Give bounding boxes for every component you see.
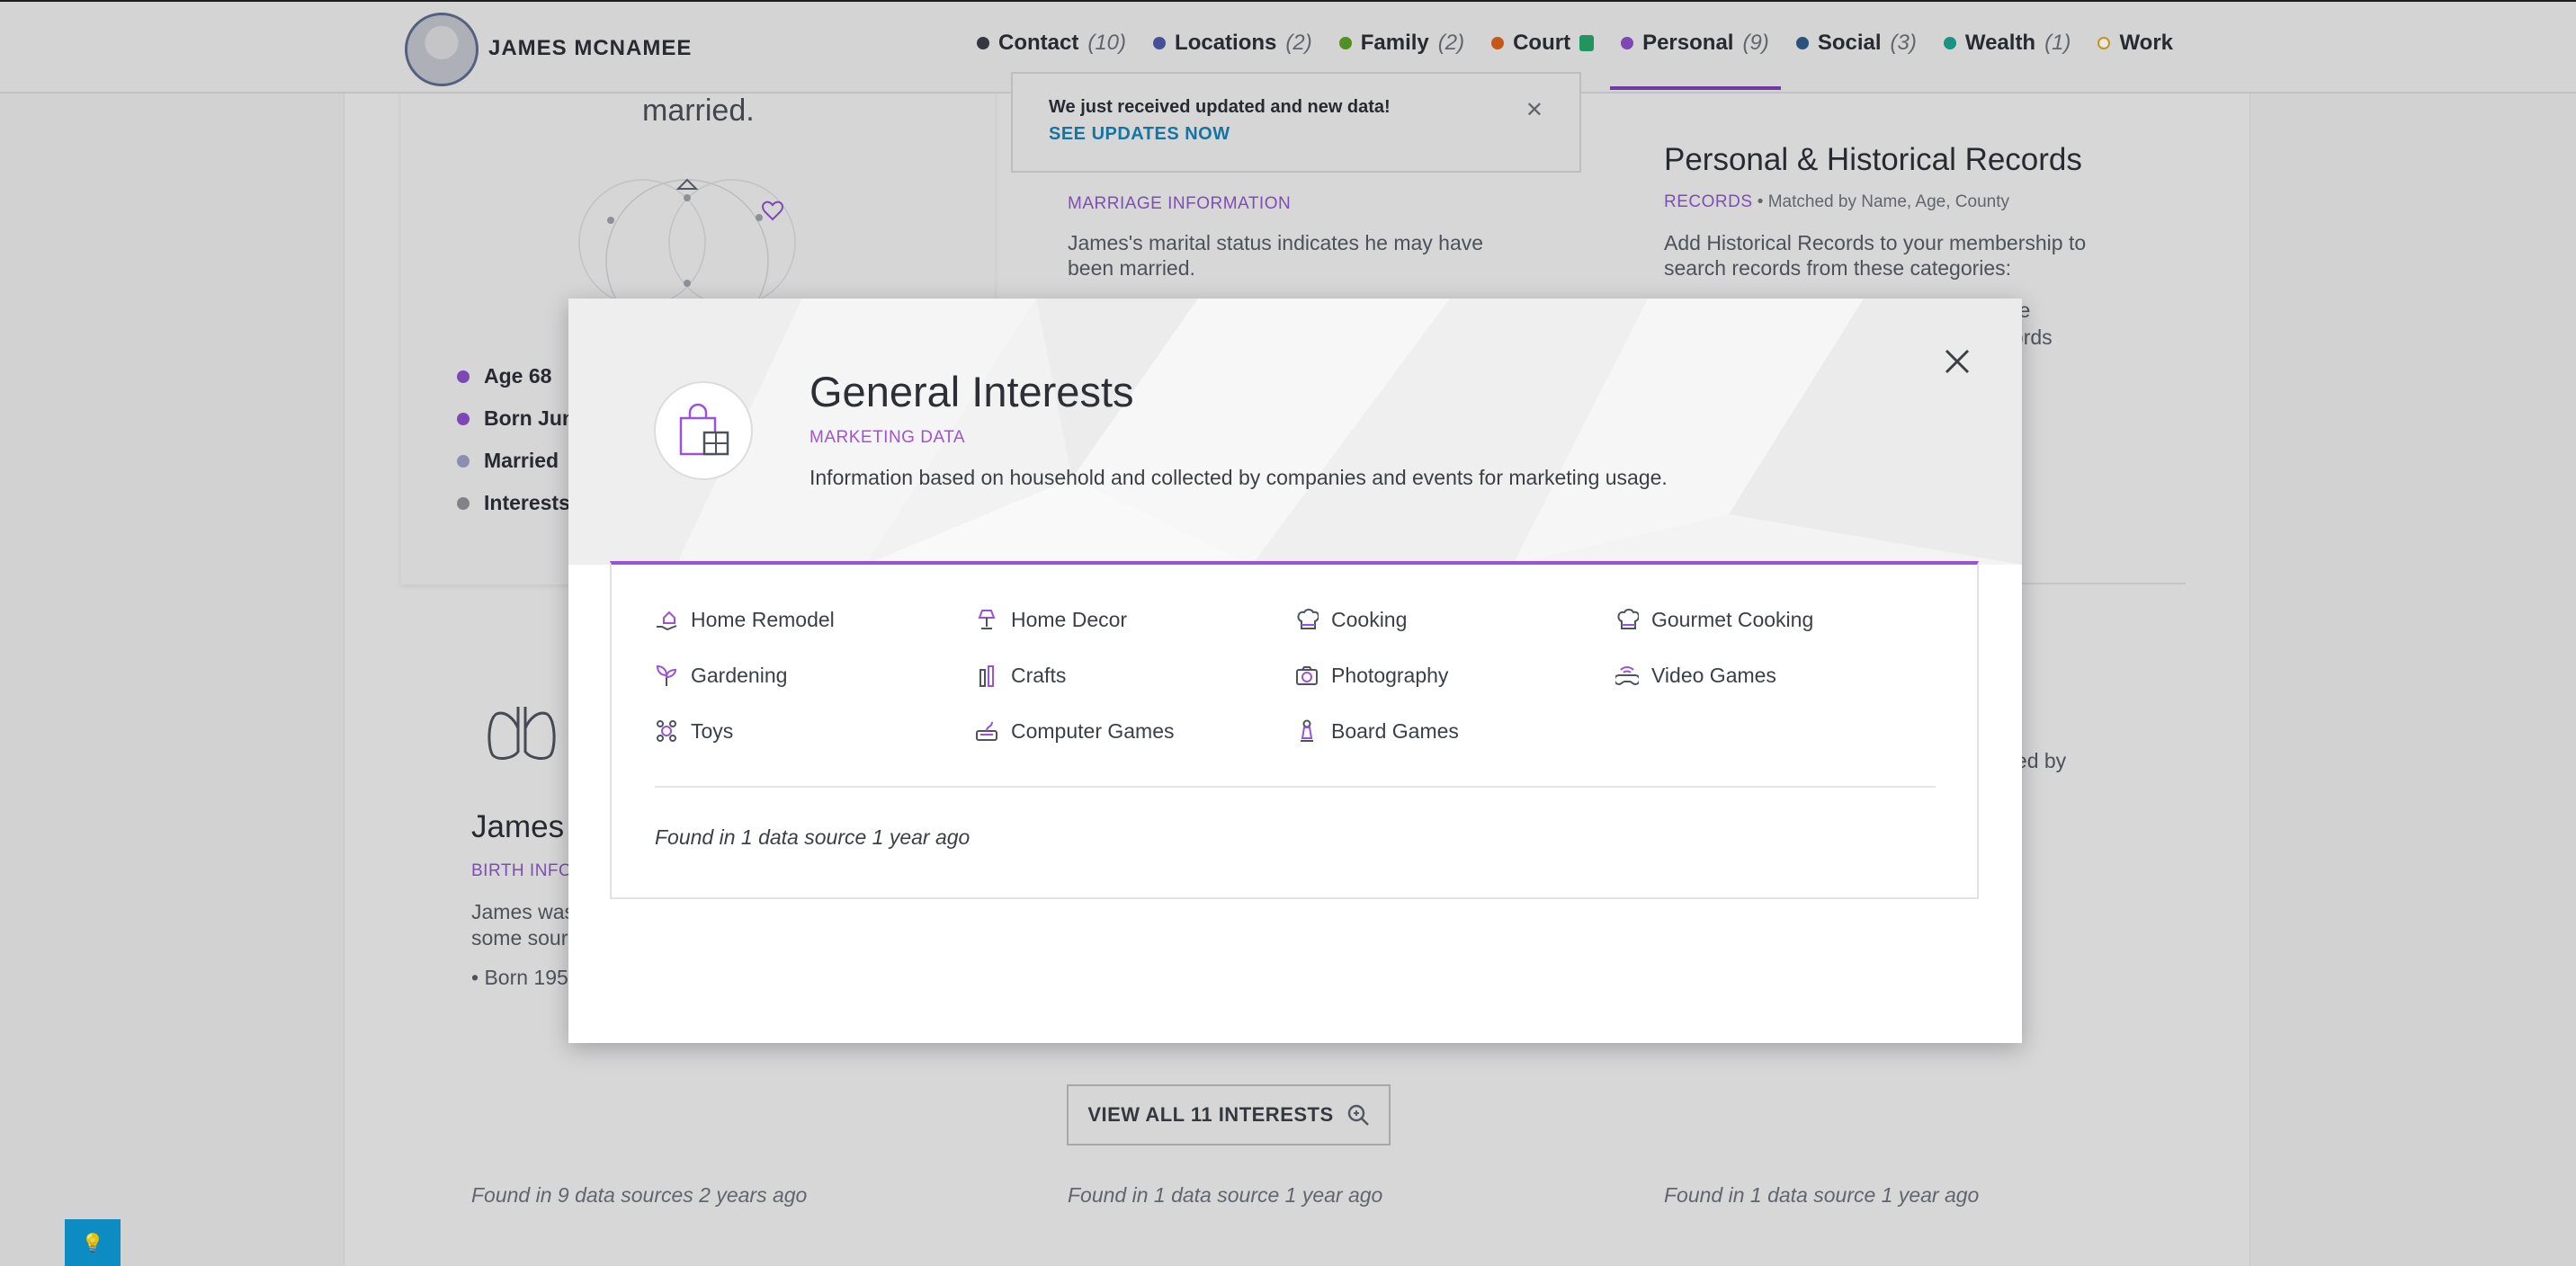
hand-house-icon [657,611,677,631]
polygon-pattern [568,299,2022,565]
interest-label: Video Games [1651,663,1776,687]
interests-panel: Home Remodel Home Decor Cooking Gourmet … [610,561,1979,899]
interest-item: Board Games [1295,716,1615,746]
camera-icon [1296,666,1318,685]
crafts-icon [979,665,994,687]
interest-item: Video Games [1615,660,1936,691]
modal-header: General Interests MARKETING DATA Informa… [568,299,2022,565]
chef-hat-icon [1297,609,1319,629]
interest-label: Cooking [1331,607,1408,631]
pawn-icon [1301,719,1313,742]
interest-item: Photography [1295,660,1615,691]
data-source-found-text: Found in 1 data source 1 year ago [655,825,970,849]
modal-subtitle: MARKETING DATA [809,428,966,447]
plant-icon [656,664,677,686]
interests-grid: Home Remodel Home Decor Cooking Gourmet … [655,604,1941,746]
interest-label: Photography [1331,663,1449,687]
interest-label: Crafts [1011,663,1067,687]
interest-label: Computer Games [1011,718,1175,743]
shopping-bag-icon [654,381,753,480]
interest-label: Gardening [691,663,788,687]
interest-label: Board Games [1331,718,1459,743]
interest-label: Gourmet Cooking [1651,607,1814,631]
toy-icon [657,720,676,742]
close-icon[interactable] [1939,343,1975,379]
interest-item: Toys [655,716,975,746]
gamepad-icon [1615,666,1639,686]
interest-item: Crafts [975,660,1295,691]
interest-item: Gourmet Cooking [1615,604,1936,635]
interest-label: Home Decor [1011,607,1128,631]
modal-title: General Interests [809,368,1134,415]
chef-hat-icon [1617,609,1639,629]
interest-item: Computer Games [975,716,1295,746]
keyboard-icon [976,721,997,741]
modal-description: Information based on household and colle… [809,466,1668,489]
interest-item: Gardening [655,660,975,691]
general-interests-modal: General Interests MARKETING DATA Informa… [568,299,2022,1043]
lamp-icon [978,610,996,629]
interest-item: Cooking [1295,604,1615,635]
interest-item: Home Remodel [655,604,975,635]
panel-divider [655,786,1936,788]
interest-label: Home Remodel [691,607,835,631]
interest-item: Home Decor [975,604,1295,635]
interest-label: Toys [691,718,734,743]
